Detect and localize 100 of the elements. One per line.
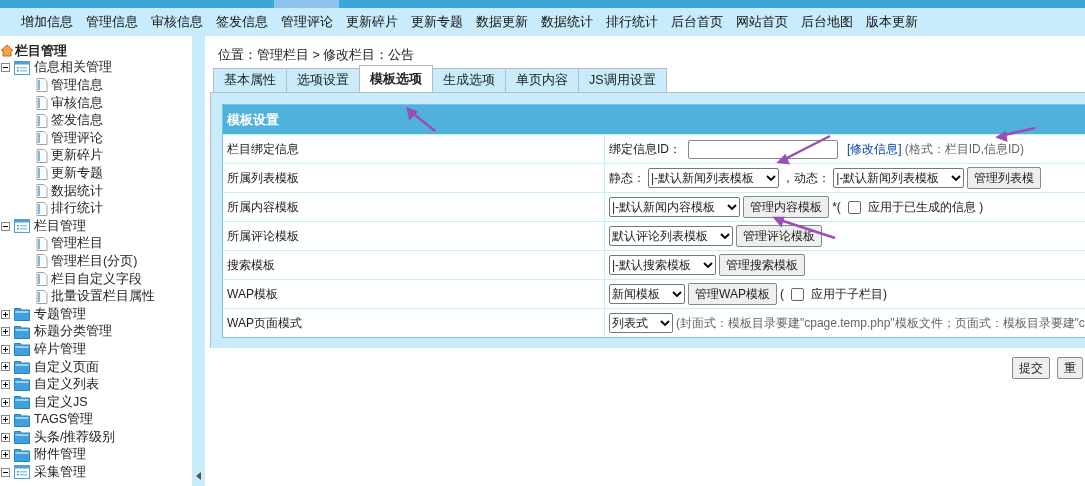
dropdown[interactable]: 默认评论列表模板 [609,226,733,246]
tree-item[interactable]: 批量设置栏目属性 [51,287,155,306]
nav-link[interactable]: 数据统计 [534,0,599,36]
page-icon [36,96,48,110]
collapse-arrow-icon[interactable] [196,472,201,480]
tab[interactable]: 生成选项 [432,68,506,92]
page-icon [36,183,48,198]
manage-button[interactable]: 管理内容模板 [743,196,830,218]
nav-link[interactable]: 排行统计 [599,0,664,36]
page-icon [36,131,48,146]
tree-item[interactable]: 栏目自定义字段 [51,269,142,289]
nav-link[interactable]: 版本更新 [859,0,924,36]
manage-button[interactable]: 管理WAP模板 [688,283,777,305]
chevron-icon [660,319,670,327]
nav-link[interactable]: 后台首页 [664,0,729,36]
table-header: 模板设置 [223,105,1085,134]
tree-folder[interactable]: 自定义JS [34,392,88,412]
window-icon [14,60,30,75]
tree-folder[interactable]: 标题分类管理 [34,322,112,342]
manage-button[interactable]: 管理评论模板 [736,225,822,247]
tree-folder[interactable]: TAGS管理 [34,410,94,430]
manage-button[interactable]: 管理列表模 [967,167,1042,189]
tree-folder[interactable]: 碎片管理 [34,339,86,359]
tree-item[interactable]: 管理评论 [51,128,103,148]
edit-link[interactable]: [修改信息] [847,140,902,158]
breadcrumb: 位置：管理栏目 > 修改栏目：公告 [217,47,416,64]
expand-toggle[interactable] [1,415,10,425]
window-icon [14,465,30,480]
collapse-toggle[interactable] [1,63,10,73]
reset-button[interactable]: 重 [1057,357,1083,379]
nav-link[interactable]: 管理评论 [274,0,339,36]
expand-toggle[interactable] [1,327,10,337]
folder-icon [14,359,30,374]
tree-folder[interactable]: 专题管理 [34,304,86,324]
submit-button[interactable]: 提交 [1012,357,1050,379]
nav-link[interactable]: 增加信息 [14,0,79,36]
page-icon [36,271,48,286]
tree-folder[interactable]: 自定义列表 [34,375,99,394]
folder-icon [14,447,30,462]
tree-item[interactable]: 管理栏目 [51,234,103,254]
row-label: WAP页面模式 [223,309,605,337]
tab[interactable]: 选项设置 [286,68,360,92]
window-icon [14,219,30,234]
page-icon [36,166,48,181]
expand-toggle[interactable] [1,309,10,319]
tab[interactable]: 基本属性 [213,68,287,92]
collapse-toggle[interactable] [1,221,10,231]
folder-icon [14,377,30,392]
nav-link[interactable]: 管理信息 [79,0,144,36]
dropdown[interactable]: |-默认新闻列表模板 [648,168,780,188]
dropdown[interactable]: |-默认搜索模板 [609,255,717,275]
row-label: 栏目绑定信息 [223,135,605,163]
tree-item[interactable]: 管理栏目(分页) [51,251,138,271]
nav-link[interactable]: 签发信息 [209,0,274,36]
manage-button[interactable]: 管理搜索模板 [719,254,806,276]
dropdown[interactable]: |-默认新闻内容模板 [609,197,741,217]
expand-toggle[interactable] [1,397,10,407]
nav-link[interactable]: 后台地图 [794,0,859,36]
tree-folder[interactable]: 自定义页面 [34,357,99,377]
expand-toggle[interactable] [1,432,10,442]
tab[interactable]: 单页内容 [505,68,579,92]
nav-link[interactable]: 数据更新 [469,0,534,36]
nav-link[interactable]: 更新专题 [404,0,469,36]
chevron-icon [720,232,730,240]
tree-folder[interactable]: 信息相关管理 [34,58,112,78]
tree-item[interactable]: 更新专题 [51,164,103,183]
checkbox[interactable] [790,287,804,301]
expand-toggle[interactable] [1,344,10,354]
tree-folder[interactable]: 栏目管理 [34,216,86,236]
row-label: 所属评论模板 [223,222,605,250]
expand-toggle[interactable] [1,380,10,389]
field-label: 应用于已生成的信息 ) [867,199,984,216]
chevron-icon [727,203,738,211]
tree-folder[interactable]: 附件管理 [34,445,86,465]
folder-icon [14,342,30,357]
tree-item[interactable]: 签发信息 [51,111,103,130]
folder-icon [14,324,30,339]
tree-item[interactable]: 排行统计 [51,199,103,218]
row-label: 所属内容模板 [223,193,605,221]
nav-link[interactable]: 网站首页 [729,0,794,36]
hint-text: (封面式：模板目录要建"cpage.temp.php"模板文件；页面式：模板目录要建"c [676,315,1085,332]
tree-item[interactable]: 审核信息 [51,93,103,113]
tree-item[interactable]: 更新碎片 [51,146,103,166]
expand-toggle[interactable] [1,362,10,372]
collapse-toggle[interactable] [1,467,10,477]
nav-link[interactable]: 更新碎片 [339,0,404,36]
tree-item[interactable]: 管理信息 [51,76,103,95]
page-icon [36,148,48,163]
field-label: ( [779,286,784,303]
tree-root-label: 栏目管理 [15,41,67,60]
expand-toggle[interactable] [1,450,10,460]
checkbox[interactable] [847,200,861,214]
dropdown[interactable]: 新闻模板 [609,284,685,304]
tab[interactable]: JS调用设置 [578,68,667,92]
dropdown[interactable]: |-默认新闻列表模板 [833,168,965,188]
tree-item[interactable]: 数据统计 [51,181,103,201]
tree-folder[interactable]: 头条/推荐级别 [34,427,116,447]
dropdown[interactable]: 列表式 [609,313,673,333]
tree-folder[interactable]: 采集管理 [34,463,86,482]
input-field[interactable] [688,139,838,159]
